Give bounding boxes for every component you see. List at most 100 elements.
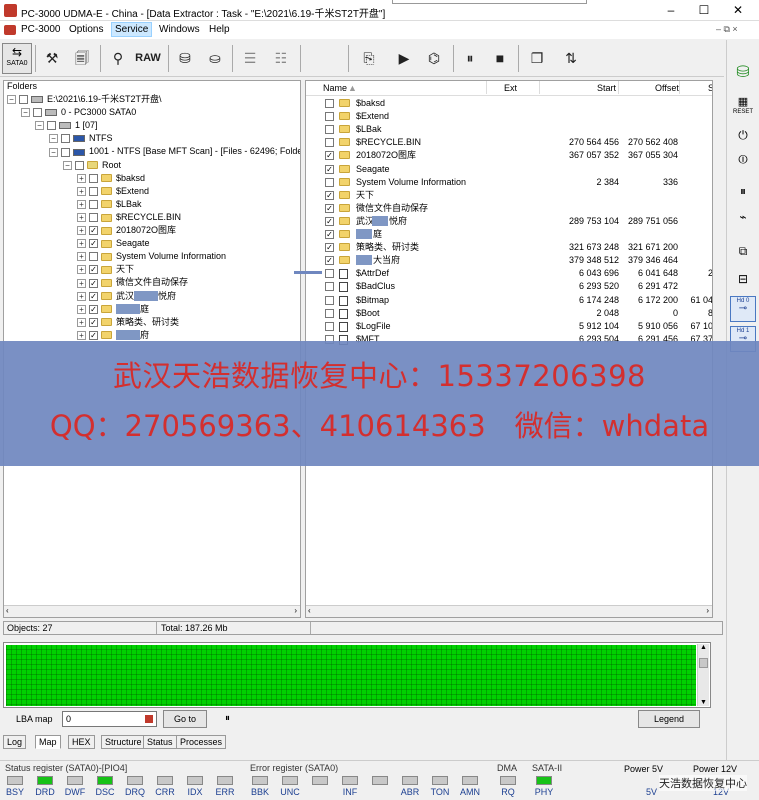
- menu-options[interactable]: Options: [66, 24, 106, 35]
- scroll-right-icon[interactable]: ›: [294, 606, 297, 615]
- goto-button[interactable]: Go to: [163, 710, 207, 728]
- file-checkbox[interactable]: ✓: [325, 216, 334, 226]
- file-checkbox[interactable]: [325, 112, 334, 122]
- close-button[interactable]: ✕: [723, 2, 753, 19]
- disk-edit-icon[interactable]: ⛀: [200, 44, 230, 73]
- collapse-icon[interactable]: −: [35, 121, 44, 131]
- tree-node[interactable]: + ✓ 庭: [77, 303, 149, 316]
- file-row[interactable]: $baksd: [306, 97, 712, 110]
- tree-checkbox[interactable]: [89, 186, 98, 196]
- vertical-scrollbar[interactable]: ▲ ▼: [697, 644, 709, 706]
- expand-icon[interactable]: +: [77, 239, 86, 249]
- tools-icon[interactable]: ⚒: [37, 44, 67, 73]
- menu-windows[interactable]: Windows: [156, 24, 203, 35]
- tree-checkbox[interactable]: [33, 108, 42, 118]
- file-checkbox[interactable]: [325, 269, 334, 279]
- file-checkbox[interactable]: [325, 308, 334, 318]
- tree-checkbox[interactable]: [89, 199, 98, 209]
- tree-node[interactable]: + $LBak: [77, 198, 142, 211]
- tree-checkbox[interactable]: [89, 213, 98, 223]
- expand-icon[interactable]: +: [77, 186, 86, 196]
- tree-node[interactable]: + $Extend: [77, 185, 149, 198]
- file-checkbox[interactable]: ✓: [325, 190, 334, 200]
- sata-port-button[interactable]: ⇆ SATA0: [2, 43, 32, 74]
- column-offset[interactable]: Offset: [655, 83, 679, 93]
- windows-icon[interactable]: ❐: [522, 44, 552, 73]
- connector-icon[interactable]: ⊟: [730, 268, 756, 290]
- tab-processes[interactable]: Processes: [176, 735, 227, 749]
- tree-node[interactable]: + ✓ Seagate: [77, 237, 150, 250]
- file-row[interactable]: ✓ 天下: [306, 189, 712, 202]
- list-icon[interactable]: ☰: [235, 44, 265, 73]
- tree-checkbox[interactable]: [61, 147, 70, 157]
- expand-icon[interactable]: +: [77, 173, 86, 183]
- tree-node[interactable]: − Root: [63, 159, 121, 172]
- signal-icon[interactable]: ⌁: [730, 206, 756, 228]
- file-checkbox[interactable]: [325, 321, 334, 331]
- file-row[interactable]: $RECYCLE.BIN 270 564 456 270 562 408: [306, 136, 712, 149]
- tree-checkbox[interactable]: ✓: [89, 265, 98, 275]
- tree-checkbox[interactable]: [89, 173, 98, 183]
- menu-pc3000[interactable]: PC-3000: [18, 24, 63, 35]
- tree-checkbox[interactable]: ✓: [89, 239, 98, 249]
- tree-node[interactable]: − 0 - PC3000 SATA0: [21, 106, 136, 119]
- scroll-down-icon[interactable]: ▼: [700, 699, 707, 706]
- expand-icon[interactable]: +: [77, 252, 86, 262]
- file-checkbox[interactable]: ✓: [325, 164, 334, 174]
- database-icon[interactable]: ⛁: [730, 62, 756, 84]
- binoculars-icon[interactable]: ⚲: [103, 44, 133, 73]
- expand-icon[interactable]: +: [77, 291, 86, 301]
- file-checkbox[interactable]: [325, 295, 334, 305]
- menu-help[interactable]: Help: [206, 24, 233, 35]
- horizontal-scrollbar[interactable]: ‹ ›: [4, 605, 300, 617]
- maximize-button[interactable]: ☐: [689, 2, 719, 19]
- tab-map[interactable]: Map: [35, 735, 61, 749]
- title-search-box[interactable]: [392, 0, 587, 4]
- expand-icon[interactable]: +: [77, 304, 86, 314]
- pause-icon[interactable]: ⏸: [455, 44, 485, 73]
- file-row[interactable]: $Boot 2 048 0 8: [306, 307, 712, 320]
- file-row[interactable]: System Volume Information 2 384 336: [306, 176, 712, 189]
- tree-node[interactable]: + ✓ 2018072O图库: [77, 224, 176, 237]
- collapse-icon[interactable]: −: [49, 134, 58, 144]
- tab-structure[interactable]: Structure: [101, 735, 146, 749]
- power-5v-value[interactable]: 5V: [646, 787, 657, 797]
- tree-checkbox[interactable]: [19, 95, 28, 105]
- tree-scan-icon[interactable]: ⌬: [419, 44, 449, 73]
- tree-checkbox[interactable]: ✓: [89, 304, 98, 314]
- power-icon[interactable]: ⏻: [730, 124, 756, 146]
- file-checkbox[interactable]: ✓: [325, 203, 334, 213]
- file-checkbox[interactable]: [325, 138, 334, 148]
- tree-node[interactable]: + ✓ 府: [77, 329, 149, 342]
- tree-node[interactable]: + ✓ 天下: [77, 263, 134, 276]
- collapse-icon[interactable]: −: [7, 95, 16, 105]
- tree-node[interactable]: + ✓ 微信文件自动保存: [77, 276, 188, 289]
- tree-node[interactable]: − E:\2021\6.19-千米ST2T开盘\: [7, 93, 162, 106]
- column-more[interactable]: S: [708, 83, 712, 93]
- tree-checkbox[interactable]: ✓: [89, 330, 98, 340]
- menu-service[interactable]: Service: [111, 22, 153, 37]
- expand-icon[interactable]: +: [77, 265, 86, 275]
- stop-icon[interactable]: ■: [485, 44, 515, 73]
- scroll-up-icon[interactable]: ▲: [700, 644, 707, 651]
- file-row[interactable]: $BadClus 6 293 520 6 291 472: [306, 280, 712, 293]
- document-icon[interactable]: 🗐: [67, 44, 97, 73]
- tree-node[interactable]: − 1001 - NTFS [Base MFT Scan] - [Files - …: [49, 145, 300, 158]
- tab-hex[interactable]: HEX: [68, 735, 95, 749]
- tree-list-icon[interactable]: ☷: [266, 44, 296, 73]
- file-row[interactable]: ✓ 武汉 悦府 289 753 104 289 751 056: [306, 215, 712, 228]
- reset-button[interactable]: ▦ RESET: [730, 96, 756, 118]
- tree-checkbox[interactable]: ✓: [89, 317, 98, 327]
- copy-icon[interactable]: ⧉: [730, 240, 756, 262]
- tree-checkbox[interactable]: [61, 134, 70, 144]
- file-checkbox[interactable]: [325, 125, 334, 135]
- column-ext[interactable]: Ext: [504, 83, 517, 93]
- tab-log[interactable]: Log: [3, 735, 27, 749]
- scroll-right-icon[interactable]: ›: [706, 606, 709, 615]
- collapse-icon[interactable]: −: [49, 147, 58, 157]
- play-icon[interactable]: ▶: [389, 44, 419, 73]
- tree-node[interactable]: + ✓ 武汉 悦府: [77, 290, 176, 303]
- scroll-left-icon[interactable]: ‹: [308, 606, 311, 615]
- drive-stack-icon[interactable]: ⛁: [170, 44, 200, 73]
- tree-node[interactable]: + ✓ 策略类、研讨类: [77, 316, 179, 329]
